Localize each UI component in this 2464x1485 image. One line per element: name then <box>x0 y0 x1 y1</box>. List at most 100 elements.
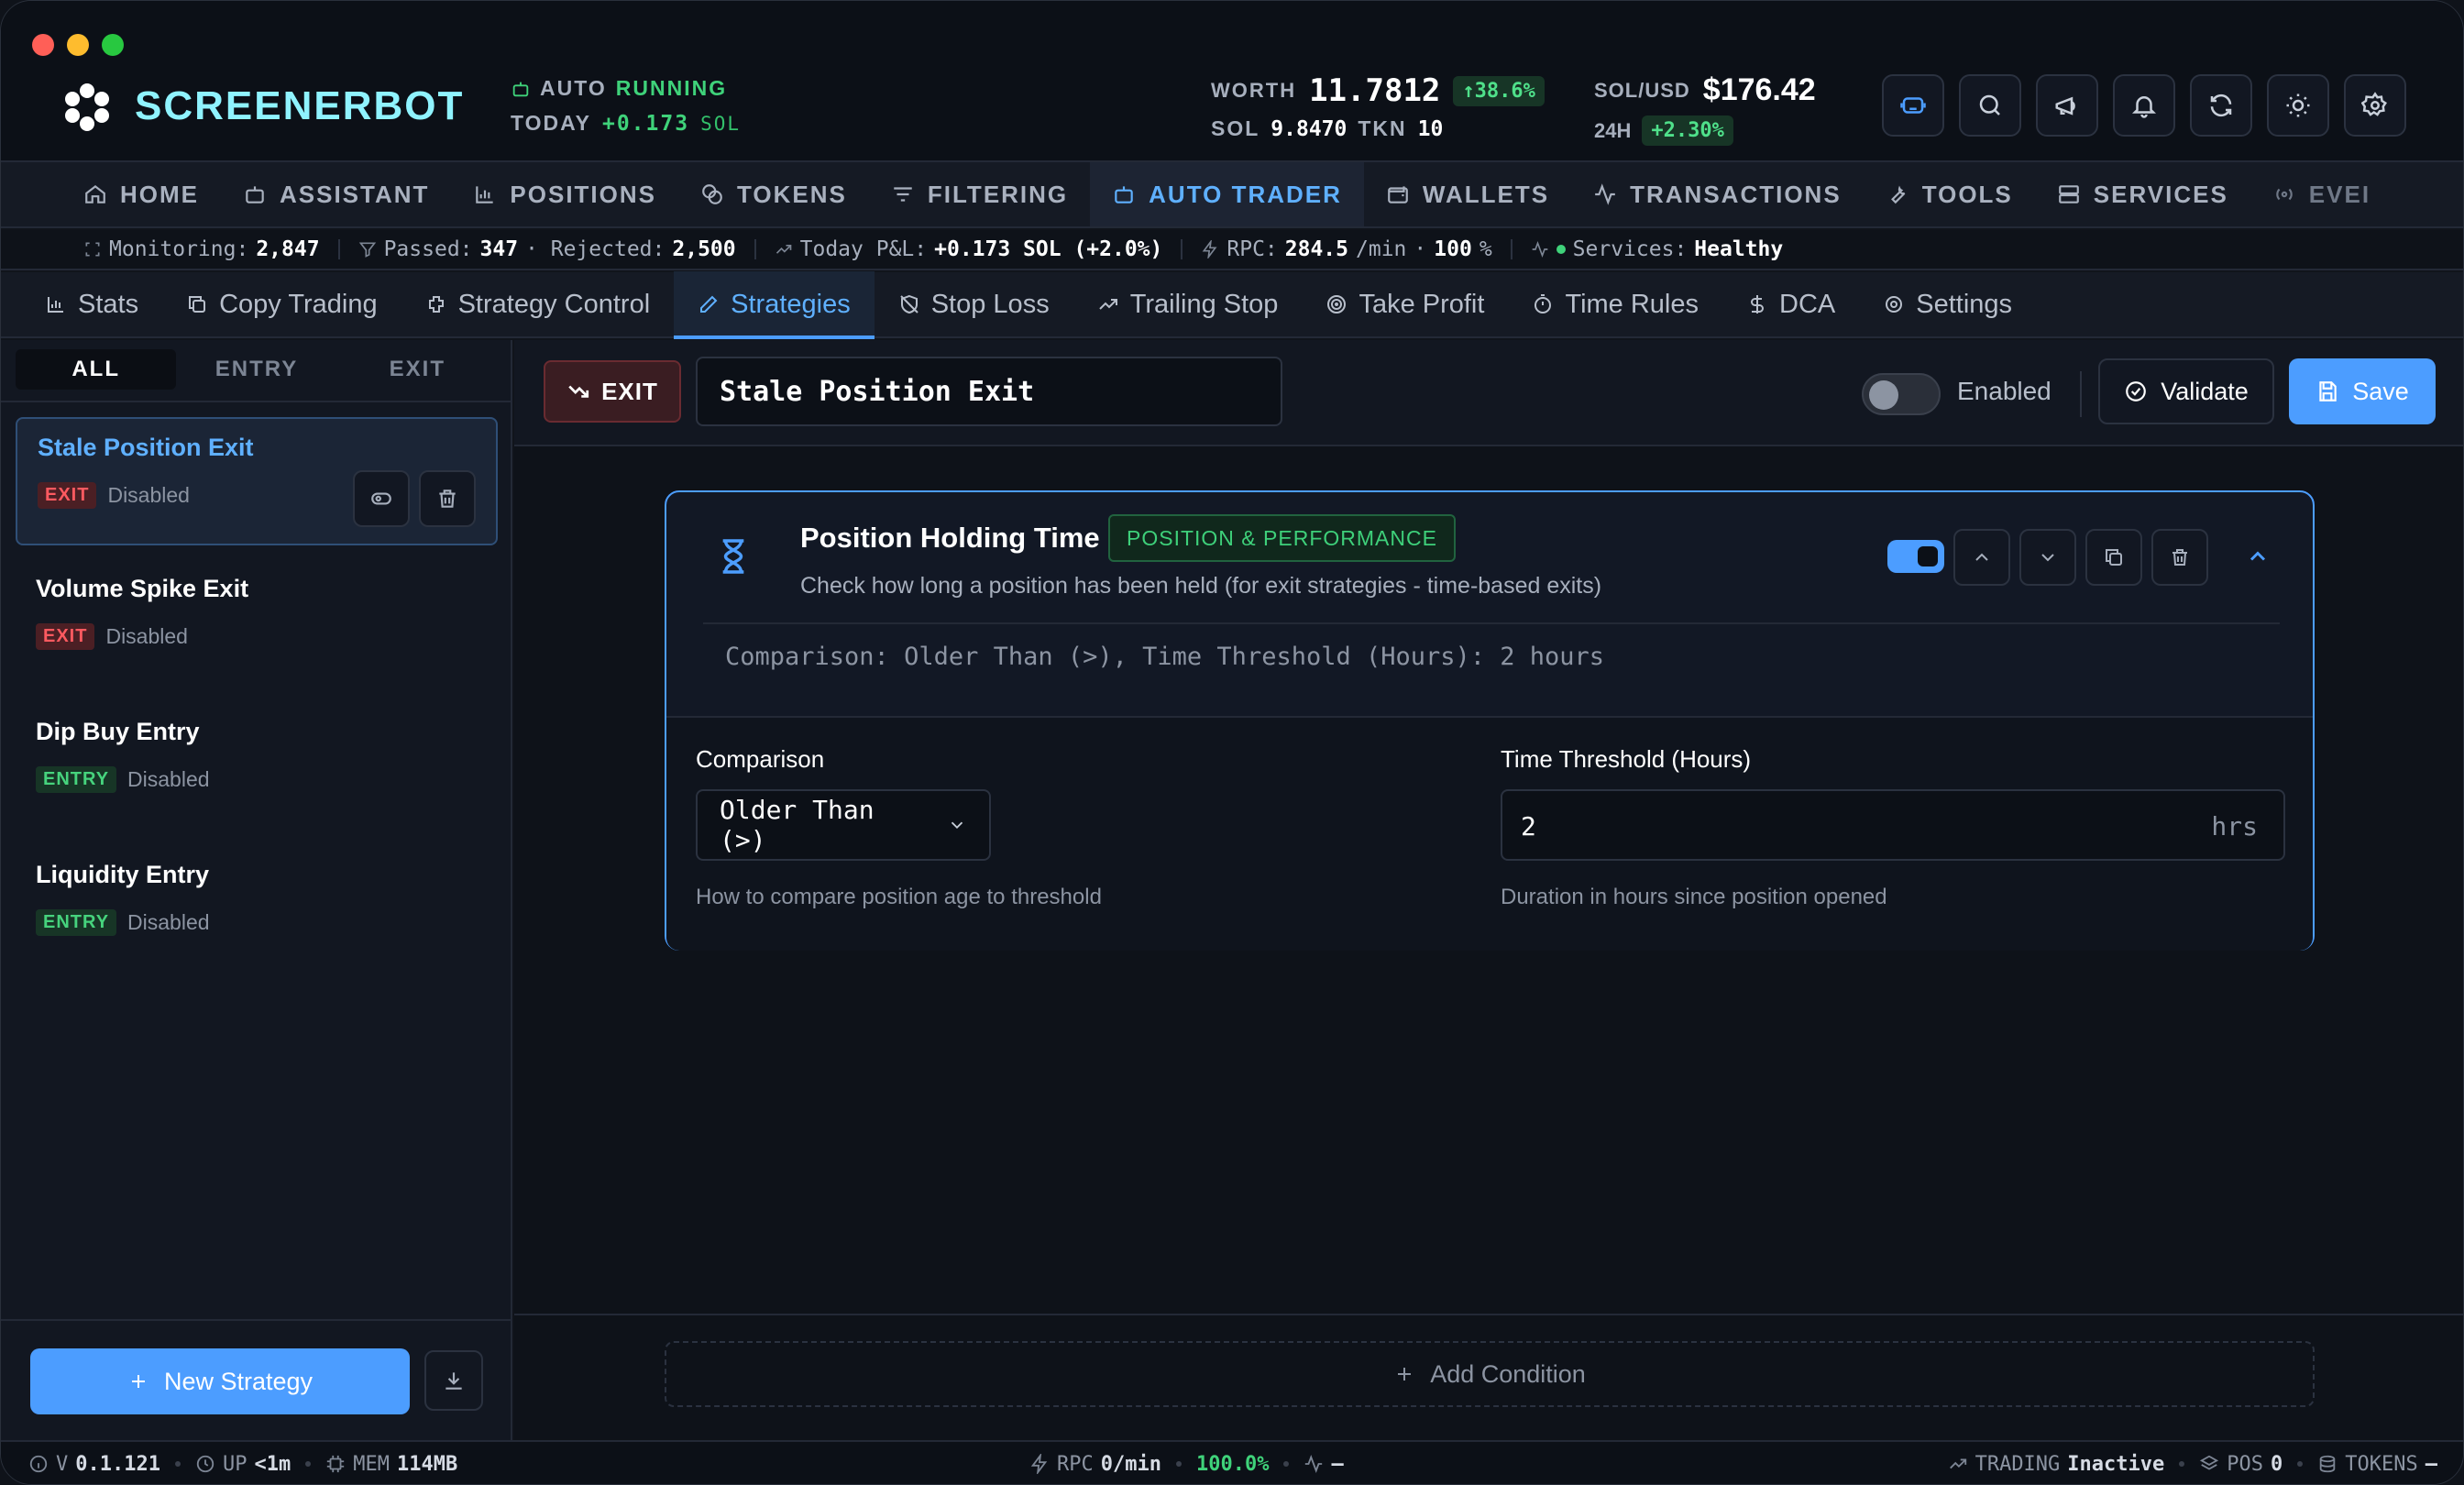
tab-copy-trading[interactable]: Copy Trading <box>162 271 402 337</box>
zoom-window-button[interactable] <box>102 34 124 56</box>
nav-item-tokens[interactable]: TOKENS <box>678 162 869 226</box>
nav-item-home[interactable]: HOME <box>61 162 221 226</box>
tab-take-profit[interactable]: Take Profit <box>1302 271 1508 337</box>
nav-item-label: ASSISTANT <box>280 180 430 208</box>
filter-icon <box>891 182 915 206</box>
strategy-type-button[interactable]: EXIT <box>544 360 681 423</box>
trading-value: Inactive <box>2067 1452 2165 1476</box>
bot-icon <box>511 79 531 99</box>
h24-change-badge: +2.30% <box>1642 116 1733 146</box>
tab-dca[interactable]: DCA <box>1722 271 1859 337</box>
divider <box>754 239 756 259</box>
tab-stop-loss[interactable]: Stop Loss <box>874 271 1073 337</box>
nav-item-label: POSITIONS <box>510 180 656 208</box>
trend-down-icon <box>566 380 590 403</box>
nav-item-tools[interactable]: TOOLS <box>1864 162 2035 226</box>
logo-icon <box>61 82 113 133</box>
tab-time-rules[interactable]: Time Rules <box>1508 271 1722 337</box>
assistant-button[interactable] <box>1882 74 1944 137</box>
theme-button[interactable] <box>2267 74 2329 137</box>
condition-parameters: Comparison Older Than (>) How to compare… <box>666 716 2313 951</box>
delete-strategy-button[interactable] <box>419 470 476 527</box>
validate-button[interactable]: Validate <box>2098 358 2274 424</box>
condition-enabled-toggle[interactable] <box>1887 540 1944 573</box>
mem-value: 114MB <box>396 1452 458 1476</box>
strategy-enabled-toggle[interactable] <box>1862 373 1941 415</box>
nav-item-events[interactable]: EVEI <box>2250 162 2392 226</box>
activity-icon <box>1531 240 1549 258</box>
trend-up-icon <box>775 240 793 258</box>
strategy-editor: EXIT Enabled Validate Save Position Hold… <box>514 340 2463 1440</box>
nav-item-positions[interactable]: POSITIONS <box>451 162 678 226</box>
strategy-name-input[interactable] <box>696 357 1282 426</box>
comparison-label: Comparison <box>696 745 825 773</box>
nav-item-wallets[interactable]: WALLETS <box>1364 162 1571 226</box>
bar-chart-icon <box>45 293 67 315</box>
tab-strategies[interactable]: Strategies <box>674 271 874 339</box>
refresh-button[interactable] <box>2190 74 2252 137</box>
filter-entry[interactable]: ENTRY <box>176 349 336 390</box>
separator-dot <box>305 1461 312 1467</box>
divider <box>337 239 340 259</box>
timer-icon <box>1532 293 1554 315</box>
rpc-value: 284.5 <box>1284 237 1349 261</box>
nav-item-filtering[interactable]: FILTERING <box>869 162 1090 226</box>
toggle-knob <box>1869 380 1898 410</box>
announcements-button[interactable] <box>2036 74 2098 137</box>
layers-icon <box>2199 1454 2219 1474</box>
notifications-button[interactable] <box>2113 74 2175 137</box>
today-pnl: TODAY +0.173 SOL <box>511 111 741 136</box>
condition-actions <box>1953 529 2208 586</box>
save-button[interactable]: Save <box>2289 358 2436 424</box>
delete-condition-button[interactable] <box>2151 529 2208 586</box>
uptime-value: <1m <box>254 1452 292 1476</box>
toggle-strategy-button[interactable] <box>353 470 410 527</box>
tab-trailing-stop[interactable]: Trailing Stop <box>1073 271 1303 337</box>
shield-off-icon <box>898 293 920 315</box>
tab-strategy-control[interactable]: Strategy Control <box>402 271 675 337</box>
nav-item-label: EVEI <box>2308 180 2371 208</box>
duplicate-button[interactable] <box>2085 529 2142 586</box>
add-condition-button[interactable]: Add Condition <box>665 1341 2315 1407</box>
activity-value: – <box>1331 1452 1344 1476</box>
import-strategy-button[interactable] <box>424 1350 483 1411</box>
minimize-window-button[interactable] <box>67 34 89 56</box>
threshold-label: Time Threshold (Hours) <box>1501 745 1752 773</box>
rejected-value: 2,500 <box>672 237 736 261</box>
chart-icon <box>473 182 497 206</box>
strategy-item[interactable]: Volume Spike Exit EXIT Disabled <box>16 560 498 688</box>
nav-item-services[interactable]: SERVICES <box>2035 162 2250 226</box>
filter-all[interactable]: ALL <box>16 349 177 390</box>
pos-label: POS <box>2227 1452 2264 1476</box>
save-icon <box>2316 380 2339 403</box>
comparison-select[interactable]: Older Than (>) <box>696 789 991 861</box>
nav-item-auto-trader[interactable]: AUTO TRADER <box>1090 162 1364 226</box>
threshold-input[interactable]: 2 hrs <box>1501 789 2285 861</box>
strategy-item[interactable]: Dip Buy Entry ENTRY Disabled <box>16 703 498 831</box>
info-icon <box>28 1454 49 1474</box>
tab-settings[interactable]: Settings <box>1859 271 2036 337</box>
download-icon <box>442 1369 466 1392</box>
search-button[interactable] <box>1959 74 2021 137</box>
filter-exit[interactable]: EXIT <box>337 349 498 390</box>
strategy-status: Disabled <box>127 910 210 934</box>
pos-value: 0 <box>2271 1452 2283 1476</box>
close-window-button[interactable] <box>32 34 54 56</box>
collapse-button[interactable] <box>2245 544 2271 569</box>
tab-stats[interactable]: Stats <box>21 271 162 337</box>
top-header: SCREENERBOT AUTO RUNNING TODAY +0.173 SO… <box>1 1 2463 162</box>
wrench-icon <box>1886 182 1909 206</box>
tab-label: Time Rules <box>1565 289 1700 319</box>
strategy-item[interactable]: Liquidity Entry ENTRY Disabled <box>16 846 498 974</box>
database-icon <box>2317 1454 2338 1474</box>
settings-button[interactable] <box>2344 74 2406 137</box>
nav-item-assistant[interactable]: ASSISTANT <box>221 162 451 226</box>
nav-item-transactions[interactable]: TRANSACTIONS <box>1571 162 1864 226</box>
rpc-success-pct: 100 <box>1434 237 1472 261</box>
move-up-button[interactable] <box>1953 529 2010 586</box>
services-value: Healthy <box>1694 237 1784 261</box>
strategy-item[interactable]: Stale Position Exit EXIT Disabled <box>16 417 498 545</box>
bell-icon <box>2130 92 2158 119</box>
move-down-button[interactable] <box>2019 529 2076 586</box>
new-strategy-button[interactable]: New Strategy <box>30 1348 410 1414</box>
